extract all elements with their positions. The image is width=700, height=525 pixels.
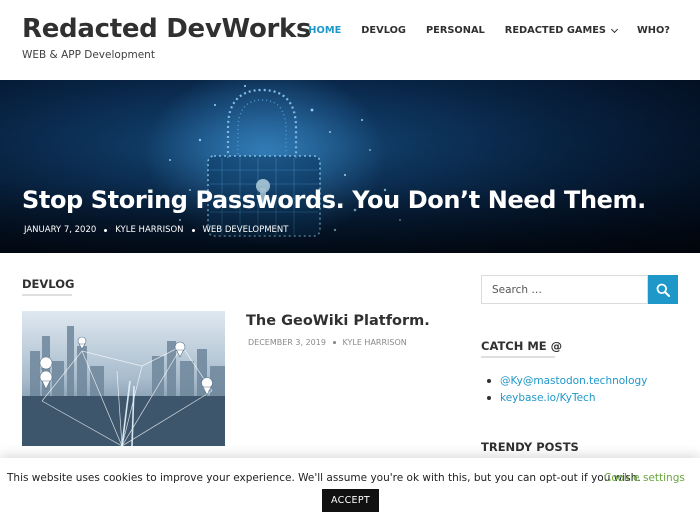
catch-me-widget-title: CATCH ME @	[481, 339, 563, 353]
list-item: @Ky@mastodon.technology	[487, 375, 647, 387]
cookie-settings-link[interactable]: Cookie settings	[604, 472, 685, 484]
post-date[interactable]: DECEMBER 3, 2019	[248, 338, 326, 347]
main-nav: HOME DEVLOG PERSONAL REDACTED GAMES WHO?	[288, 25, 670, 36]
nav-item-devlog[interactable]: DEVLOG	[361, 25, 406, 36]
separator-dot	[332, 341, 336, 344]
site-description: WEB & APP Development	[22, 49, 155, 61]
hero-post-meta: JANUARY 7, 2020 KYLE HARRISON WEB DEVELO…	[24, 225, 288, 235]
keybase-link[interactable]: keybase.io/KyTech	[500, 392, 595, 404]
search-icon	[656, 283, 670, 297]
mastodon-link[interactable]: @Ky@mastodon.technology	[500, 375, 647, 387]
search-button[interactable]	[648, 275, 678, 304]
list-item: keybase.io/KyTech	[487, 392, 647, 404]
hero-post-author[interactable]: KYLE HARRISON	[115, 225, 183, 235]
nav-item-redacted-games-label: REDACTED GAMES	[504, 25, 606, 36]
widget-underline	[481, 356, 555, 358]
hero-post-title[interactable]: Stop Storing Passwords. You Don’t Need T…	[22, 186, 646, 214]
trendy-posts-widget-title: TRENDY POSTS	[481, 440, 579, 454]
search-form	[481, 275, 648, 304]
hero-post-date[interactable]: JANUARY 7, 2020	[24, 225, 96, 235]
cookie-message: This website uses cookies to improve you…	[7, 472, 641, 484]
hero-post-category[interactable]: WEB DEVELOPMENT	[203, 225, 289, 235]
cookie-consent-bar: This website uses cookies to improve you…	[0, 458, 700, 525]
nav-item-who[interactable]: WHO?	[637, 25, 670, 36]
search-input[interactable]	[482, 276, 647, 303]
post-thumbnail[interactable]	[22, 311, 225, 446]
post-title[interactable]: The GeoWiki Platform.	[246, 313, 430, 329]
bullet-icon	[487, 379, 491, 383]
site-title[interactable]: Redacted DevWorks	[22, 14, 312, 44]
section-title: DEVLOG	[22, 277, 75, 291]
separator-dot	[191, 228, 195, 232]
chevron-down-icon	[610, 25, 619, 33]
section-underline	[22, 294, 72, 296]
nav-item-home[interactable]: HOME	[308, 25, 341, 36]
social-links-list: @Ky@mastodon.technology keybase.io/KyTec…	[487, 375, 647, 409]
bullet-icon	[487, 396, 491, 400]
accept-button[interactable]: ACCEPT	[322, 489, 379, 512]
post-meta: DECEMBER 3, 2019 KYLE HARRISON	[248, 338, 407, 347]
city-network-image	[22, 311, 225, 446]
nav-item-personal[interactable]: PERSONAL	[426, 25, 485, 36]
hero-banner[interactable]: Stop Storing Passwords. You Don’t Need T…	[0, 80, 700, 253]
post-author[interactable]: KYLE HARRISON	[343, 338, 407, 347]
separator-dot	[104, 228, 108, 232]
nav-item-redacted-games[interactable]: REDACTED GAMES	[504, 25, 619, 36]
site-header: Redacted DevWorks WEB & APP Development …	[0, 0, 700, 80]
